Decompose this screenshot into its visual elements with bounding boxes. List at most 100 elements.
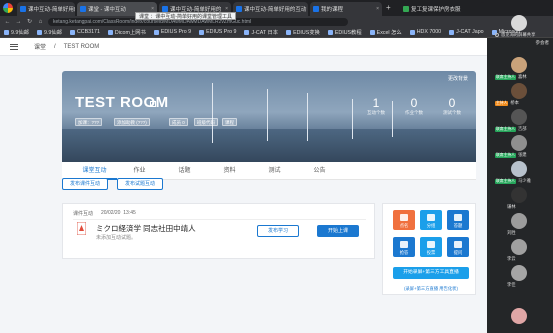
avatar: [511, 239, 527, 255]
participant-item[interactable]: 联席主持人 马少雅: [487, 160, 553, 186]
avatar: [511, 57, 527, 73]
breadcrumb-current: TEST ROOM: [63, 43, 100, 50]
tab-materials[interactable]: 资料: [207, 162, 252, 180]
stat-homework: 0 作业个数: [405, 96, 423, 115]
stat-tests: 0 测试个数: [443, 96, 461, 115]
bookmark-item[interactable]: J-CAT 日本: [244, 28, 278, 36]
web-page: 课堂 / TEST ROOM TEST ROOM 更改背景 加课：??? 添加助…: [0, 38, 487, 333]
tool-vote[interactable]: 投票: [420, 237, 442, 257]
tool-race[interactable]: 抢答: [393, 237, 415, 257]
top-navigation: 课堂 / TEST ROOM: [0, 38, 487, 56]
bookmark-icon: [449, 29, 455, 35]
back-icon[interactable]: ←: [4, 19, 11, 25]
race-icon: [400, 241, 408, 248]
stat-interactions: 1 互动个数: [367, 96, 385, 115]
bookmark-item[interactable]: EDIUS变换: [286, 28, 320, 36]
avatar: [511, 187, 527, 203]
participant-item[interactable]: 刘胜: [487, 212, 553, 238]
banner-tag[interactable]: 添加助教 (???): [114, 118, 150, 126]
bookmark-item[interactable]: EDIUS Pro 9: [153, 29, 191, 35]
close-icon[interactable]: ×: [376, 6, 379, 12]
avatar: [511, 161, 527, 177]
mic-icon: [495, 33, 499, 37]
tab-tooltip: 课堂 ：课中互动-简单好用的课堂管理工具: [135, 12, 237, 20]
bookmarks-bar: 9.9仙邮 9.9仙邮 CCB3171 Dicom上网书 EDIUS Pro 9…: [0, 27, 553, 38]
address-bar-row: ← → ↻ ⌂ ketang.ketangpai.com/ClassRoom/i…: [0, 16, 553, 27]
tool-quiz[interactable]: 答题: [447, 210, 469, 230]
forward-icon[interactable]: →: [15, 19, 22, 25]
participant-item[interactable]: 主持人 桥本: [487, 82, 553, 108]
participant-item[interactable]: 李佳: [487, 264, 553, 290]
participant-item[interactable]: 李云: [487, 238, 553, 264]
group-icon: [427, 214, 435, 221]
screen-record-live-button[interactable]: 开始录屏+第三方工具直播: [393, 267, 469, 279]
banner-tag[interactable]: 加课：???: [75, 118, 103, 126]
card-date: 20/02/20 13:45: [101, 210, 136, 216]
pdf-icon: [76, 221, 87, 236]
bookmark-item[interactable]: 9.9仙邮: [4, 28, 29, 36]
bookmark-icon: [286, 29, 292, 35]
tab-homework[interactable]: 作业: [117, 162, 162, 180]
browser-tab[interactable]: 课中互动-简单好用的互动×: [233, 2, 308, 16]
card-title[interactable]: ミクロ経済学 同志社田中靖人: [96, 223, 196, 234]
avatar: [511, 308, 527, 324]
bookmark-icon: [36, 29, 42, 35]
publish-exam-button[interactable]: 发布试题互动: [117, 178, 164, 190]
tab-tests[interactable]: 测试: [252, 162, 297, 180]
bookmark-item[interactable]: EDIUS Pro 9: [199, 29, 236, 35]
bookmark-item[interactable]: Dicom上网书: [107, 28, 146, 36]
tab-favicon-icon: [236, 6, 242, 12]
screen-record-help-link[interactable]: (录屏+第三方直播 用告化状): [393, 286, 469, 292]
browser-tab[interactable]: 复工复课保护房衣服: [400, 2, 485, 16]
new-tab-button[interactable]: +: [386, 3, 391, 12]
tab-topics[interactable]: 话题: [162, 162, 207, 180]
participant-item[interactable]: 谦林: [487, 186, 553, 212]
participant-item[interactable]: 联席主持人 张建: [487, 134, 553, 160]
tool-group[interactable]: 分组: [420, 210, 442, 230]
avatar: [511, 109, 527, 125]
bookmark-icon: [327, 29, 333, 35]
avatar: [511, 265, 527, 281]
start-class-button[interactable]: 开始上课: [317, 225, 359, 237]
tab-announcements[interactable]: 公告: [297, 162, 342, 180]
participant-item[interactable]: [487, 307, 553, 333]
bookmark-icon: [69, 29, 75, 35]
banner-sea-image: [62, 129, 476, 162]
bookmark-item[interactable]: 9.9仙邮: [36, 28, 62, 36]
bookmark-item[interactable]: Excel 怎么: [369, 28, 402, 36]
bookmark-icon: [369, 29, 375, 35]
tool-rollcall[interactable]: 点名: [393, 210, 415, 230]
browser-tab[interactable]: 课中互动-简单好用的×: [17, 2, 75, 16]
participant-item[interactable]: 恩见海的屏幕共享: [487, 14, 553, 40]
bookmark-icon: [153, 29, 159, 35]
banner-tag[interactable]: 班级代码: [194, 118, 218, 126]
bookmark-item[interactable]: J-CAT Japo: [449, 29, 484, 35]
bookmark-item[interactable]: CCB3171: [69, 29, 100, 35]
bookmark-item[interactable]: EDIUS教程: [327, 28, 362, 36]
menu-icon[interactable]: [10, 43, 18, 50]
browser-tab[interactable]: 我的课程 ×: [310, 2, 382, 16]
bookmark-icon: [199, 29, 205, 35]
participant-item[interactable]: 联席主持人 吉部: [487, 108, 553, 134]
participant-item[interactable]: 联席主持人 喜林: [487, 56, 553, 82]
tab-favicon-icon: [313, 6, 319, 12]
avatar: [511, 135, 527, 151]
bookmark-item[interactable]: HDX 7000: [409, 29, 441, 35]
question-icon: [454, 241, 462, 248]
home-icon[interactable]: ⌂: [37, 19, 44, 25]
banner-tag[interactable]: 课程: [222, 118, 237, 126]
divider: [73, 219, 366, 220]
edit-icon[interactable]: [150, 101, 156, 107]
tab-favicon-icon: [403, 6, 409, 12]
tool-question[interactable]: 提问: [447, 237, 469, 257]
publish-courseware-button[interactable]: 发布课件互动: [62, 178, 109, 190]
avatar: [511, 15, 527, 31]
browser-tab-strip: 课中互动-简单好用的× 课堂 - 课中互动× 课中互动-简单好用的× 课中互动-…: [0, 0, 553, 16]
breadcrumb-home[interactable]: 课堂: [34, 42, 46, 51]
tab-interaction[interactable]: 课堂互动: [72, 162, 117, 180]
banner-tag[interactable]: 成员 0: [169, 118, 188, 126]
avatar: [511, 213, 527, 229]
publish-learning-button[interactable]: 发布学习: [257, 225, 299, 237]
reload-icon[interactable]: ↻: [26, 18, 33, 25]
change-background-button[interactable]: 更改背景: [448, 75, 468, 82]
